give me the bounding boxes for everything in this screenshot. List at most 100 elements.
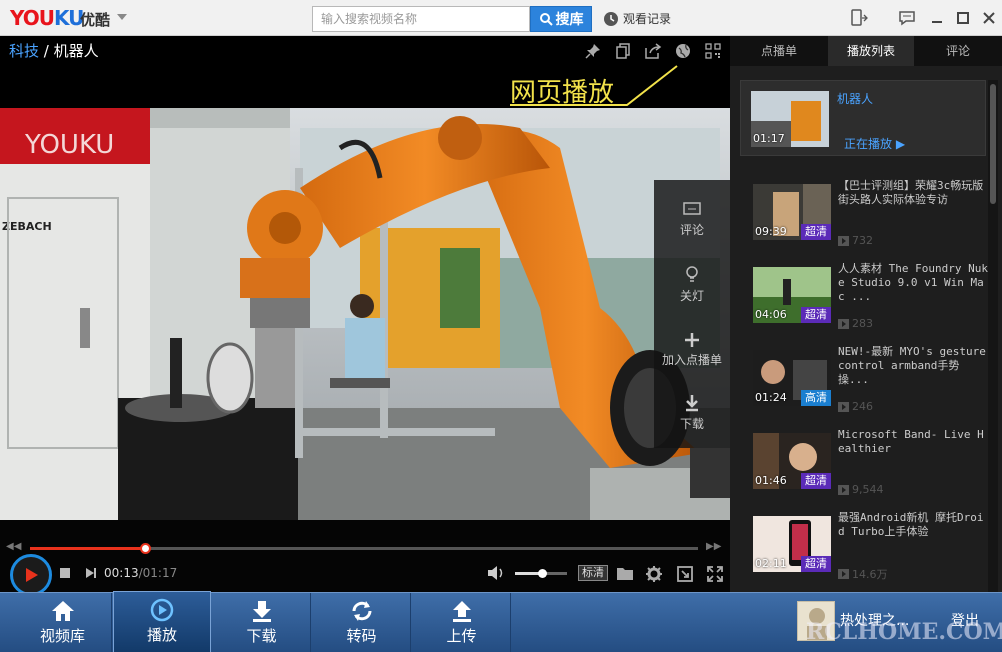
- breadcrumb: 科技 / 机器人: [9, 42, 99, 60]
- right-panel: 点播单 播放列表 评论 01:17 机器人 正在播放 ▶ 09:39 超清 【巴…: [730, 36, 1002, 592]
- qr-code-icon[interactable]: [704, 42, 722, 60]
- nav-play[interactable]: 播放: [113, 591, 211, 652]
- view-count: 246: [838, 400, 873, 413]
- quality-badge: 超清: [801, 556, 831, 572]
- list-item-title: NEW!-最新 MYO's gesture control armband手势操…: [838, 345, 986, 386]
- play-icon: [26, 568, 38, 582]
- quality-badge: 超清: [801, 224, 831, 240]
- quality-badge: 超清: [801, 473, 831, 489]
- list-item-title: 机器人: [837, 92, 874, 106]
- folder-icon[interactable]: [616, 565, 634, 581]
- plus-icon: [685, 333, 699, 347]
- view-count: 283: [838, 317, 873, 330]
- view-count: 9,544: [838, 483, 884, 496]
- logo-chinese-text: 优酷: [80, 11, 111, 29]
- progress-bar[interactable]: [30, 543, 698, 554]
- copy-icon[interactable]: [614, 42, 632, 60]
- home-icon: [51, 601, 74, 621]
- search-icon: [539, 13, 553, 26]
- panel-tabs: 点播单 播放列表 评论: [730, 36, 1002, 66]
- side-comment-button[interactable]: 评论: [654, 202, 730, 238]
- chevron-down-icon[interactable]: [115, 10, 129, 24]
- share-icon[interactable]: [644, 42, 662, 60]
- next-icon[interactable]: [84, 566, 98, 580]
- fullscreen-icon[interactable]: [706, 565, 724, 583]
- tab-on-demand[interactable]: 点播单: [730, 36, 828, 66]
- watch-history-button[interactable]: 观看记录: [603, 10, 671, 27]
- video-thumbnail: 02:11 超清: [753, 516, 831, 572]
- watermark: RCLHOME.COM: [806, 619, 1002, 645]
- gear-icon[interactable]: [645, 565, 663, 583]
- minimize-icon[interactable]: [928, 9, 946, 27]
- web-play-annotation: 网页播放: [510, 78, 615, 108]
- quality-badge: 超清: [801, 307, 831, 323]
- close-icon[interactable]: [980, 9, 998, 27]
- list-item-title: 人人素材 The Foundry Nuke Studio 9.0 v1 Win …: [838, 262, 988, 303]
- rewind-icon[interactable]: ◀◀: [6, 541, 21, 552]
- quality-badge: 高清: [801, 390, 831, 406]
- tab-playlist[interactable]: 播放列表: [828, 36, 914, 66]
- mobile-sync-icon[interactable]: [850, 9, 868, 27]
- list-item[interactable]: 09:39 超清 【巴士评测组】荣耀3c畅玩版 街头路人实际体验专访 732: [742, 176, 986, 258]
- stop-button[interactable]: [60, 568, 70, 578]
- breadcrumb-category[interactable]: 科技: [9, 42, 39, 60]
- nav-video-library[interactable]: 视频库: [14, 593, 112, 652]
- play-count-icon: [838, 401, 849, 412]
- refresh-icon: [352, 601, 371, 621]
- view-count: 14.6万: [838, 566, 888, 582]
- play-count-icon: [838, 318, 849, 329]
- volume-slider[interactable]: [515, 569, 567, 578]
- nav-download[interactable]: 下载: [213, 593, 311, 652]
- video-frame[interactable]: YOUKU ZEBACH: [0, 108, 730, 520]
- volume-icon[interactable]: [486, 564, 506, 582]
- play-count-icon: [838, 484, 849, 495]
- playlist-scrollbar[interactable]: [988, 80, 998, 592]
- side-download-button[interactable]: 下载: [654, 394, 730, 432]
- time-display: 00:13/01:17: [104, 566, 178, 580]
- fast-forward-icon[interactable]: ▶▶: [706, 541, 721, 552]
- pin-icon[interactable]: [584, 42, 602, 60]
- video-thumbnail: 09:39 超清: [753, 184, 831, 240]
- nav-upload[interactable]: 上传: [413, 593, 511, 652]
- side-lights-off-button[interactable]: 关灯: [654, 266, 730, 304]
- video-side-panel: 评论 关灯 加入点播单 下载: [654, 180, 730, 448]
- upload-icon: [452, 601, 471, 622]
- message-icon[interactable]: [898, 9, 916, 27]
- maximize-icon[interactable]: [954, 9, 972, 27]
- web-play-globe-icon[interactable]: [674, 42, 692, 60]
- volume-handle[interactable]: [538, 569, 548, 578]
- search-button[interactable]: 搜库: [530, 6, 592, 32]
- lightbulb-icon: [686, 266, 698, 282]
- scene-youku-sign: YOUKU: [24, 130, 114, 160]
- comment-icon: [683, 202, 701, 215]
- scrollbar-thumb[interactable]: [990, 84, 996, 204]
- progress-fill: [30, 547, 147, 550]
- play-button[interactable]: [10, 554, 52, 596]
- list-item-current[interactable]: 01:17 机器人 正在播放 ▶: [740, 80, 986, 156]
- tab-comments[interactable]: 评论: [914, 36, 1002, 66]
- clock-icon: [604, 11, 618, 26]
- quality-button[interactable]: 标清: [578, 565, 608, 581]
- mini-player-icon[interactable]: [676, 565, 694, 583]
- player-controls: ◀◀ ▶▶ 00:13/01:17 标清: [0, 520, 730, 596]
- video-thumbnail: 04:06 超清: [753, 267, 831, 323]
- title-bar: YOUKU 优酷 输入搜索视频名称 搜库 观看记录: [0, 0, 1002, 36]
- side-add-to-playlist-button[interactable]: 加入点播单: [654, 332, 730, 368]
- download-icon: [686, 395, 698, 412]
- play-circle-icon: [150, 598, 174, 622]
- download-icon: [252, 601, 271, 622]
- list-item-title: Microsoft Band- Live Healthier: [838, 428, 984, 455]
- play-count-icon: [838, 569, 849, 579]
- list-item-title: 最强Android新机 摩托Droid Turbo上手体验: [838, 511, 984, 538]
- search-input[interactable]: 输入搜索视频名称: [312, 6, 530, 32]
- list-item[interactable]: 02:11 超清 最强Android新机 摩托Droid Turbo上手体验 1…: [742, 508, 986, 590]
- list-item[interactable]: 01:24 高清 NEW!-最新 MYO's gesture control a…: [742, 342, 986, 424]
- video-thumbnail: 01:24 高清: [753, 350, 831, 406]
- youku-logo[interactable]: YOUKU: [10, 6, 84, 30]
- list-item[interactable]: 04:06 超清 人人素材 The Foundry Nuke Studio 9.…: [742, 259, 988, 341]
- youku-player-window: YOUKU 优酷 输入搜索视频名称 搜库 观看记录 科技 / 机器人 网页播放 …: [0, 0, 1002, 652]
- nav-transcode[interactable]: 转码: [313, 593, 411, 652]
- view-count: 732: [838, 234, 873, 247]
- list-item[interactable]: 01:46 超清 Microsoft Band- Live Healthier …: [742, 425, 986, 507]
- progress-handle[interactable]: [139, 543, 151, 554]
